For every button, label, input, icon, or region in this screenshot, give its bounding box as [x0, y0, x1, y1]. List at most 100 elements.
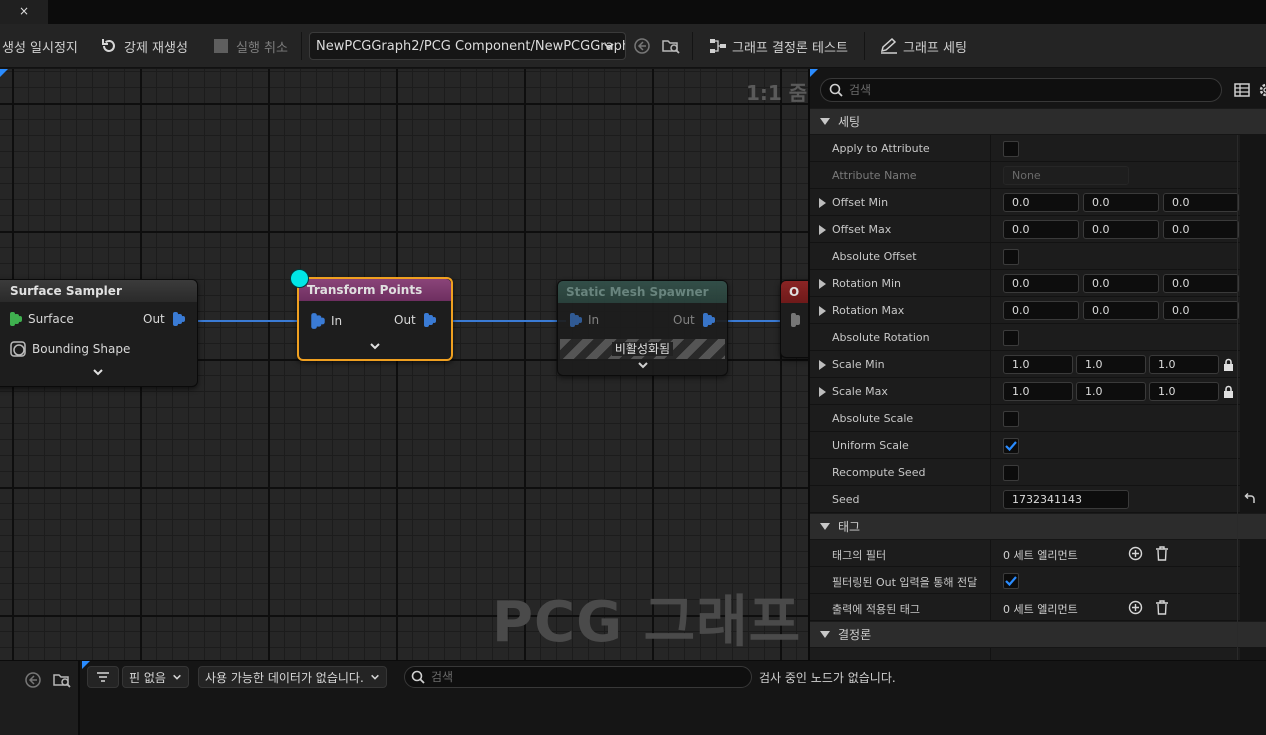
data-dropdown[interactable]: 사용 가능한 데이터가 없습니다. [198, 666, 387, 688]
scale-min-z-field[interactable]: 1.0 [1149, 355, 1219, 374]
add-element-icon[interactable] [1128, 546, 1143, 561]
browse-folder-button[interactable] [661, 24, 681, 68]
section-settings[interactable]: 세팅 [810, 108, 1266, 134]
apply-to-attribute-checkbox[interactable] [1003, 141, 1019, 157]
details-search-input[interactable] [849, 83, 1189, 97]
node-surface-sampler[interactable]: Surface Sampler Surface Out Bounding Sha… [0, 279, 198, 387]
pin-bounding-shape[interactable]: Bounding Shape [10, 341, 130, 357]
gear-icon[interactable] [1258, 82, 1266, 98]
expand-triangle-icon[interactable] [819, 279, 826, 289]
bottom-left-panel [0, 661, 80, 735]
navigate-back-button[interactable] [633, 24, 651, 68]
absolute-offset-checkbox[interactable] [1003, 249, 1019, 265]
table-view-icon[interactable] [1234, 83, 1250, 97]
details-scrollbar-track[interactable] [1237, 135, 1238, 660]
rotation-max-x-field[interactable]: 0.0 [1003, 301, 1079, 320]
row-divider [990, 324, 991, 351]
bottom-search-box[interactable] [404, 666, 752, 688]
chevron-down-icon[interactable] [369, 342, 381, 352]
cancel-execution-button[interactable]: 실행 취소 [214, 24, 288, 68]
expand-triangle-icon[interactable] [819, 387, 826, 397]
attribute-name-field[interactable]: None [1003, 166, 1129, 185]
lock-icon[interactable] [1223, 358, 1234, 371]
chevron-down-icon [370, 674, 379, 680]
row-offset-min[interactable]: Offset Min 0.0 0.0 0.0 [810, 189, 1240, 216]
expand-triangle-icon[interactable] [819, 306, 826, 316]
filter-button[interactable] [87, 666, 119, 688]
rotation-max-z-field[interactable]: 0.0 [1163, 301, 1239, 320]
node-partial-offscreen[interactable]: O [780, 280, 808, 358]
row-pass-filtered-out: 필터링된 Out 입력을 통해 전달 [810, 567, 1240, 594]
wire-transform-to-spawner[interactable] [436, 320, 566, 322]
row-rotation-max[interactable]: Rotation Max 0.0 0.0 0.0 [810, 297, 1240, 324]
expand-triangle-icon[interactable] [819, 360, 826, 370]
reset-to-default-icon[interactable] [1244, 493, 1256, 505]
pin-dropdown[interactable]: 핀 없음 [122, 666, 189, 688]
scale-min-y-field[interactable]: 1.0 [1076, 355, 1146, 374]
tag-filter-count: 0 세트 엘리먼트 [1003, 549, 1078, 562]
force-regenerate-button[interactable]: 강제 재생성 [100, 24, 188, 68]
pin-in[interactable]: In [311, 312, 342, 330]
row-divider [990, 135, 991, 162]
offset-max-y-field[interactable]: 0.0 [1083, 220, 1159, 239]
chevron-down-icon[interactable] [637, 361, 649, 371]
determinism-test-button[interactable]: 그래프 결정론 테스트 [708, 24, 848, 68]
row-label: Scale Max [832, 385, 888, 398]
pin-out[interactable]: Out [394, 312, 442, 328]
collapse-triangle-icon [820, 117, 830, 125]
absolute-rotation-checkbox[interactable] [1003, 330, 1019, 346]
section-determinism[interactable]: 결정론 [810, 621, 1266, 647]
node-transform-points[interactable]: Transform Points In Out [297, 277, 453, 361]
pin-in[interactable]: In [570, 312, 599, 328]
graph-settings-button[interactable]: 그래프 세팅 [879, 24, 967, 68]
wire-sampler-to-transform[interactable] [188, 320, 306, 322]
absolute-scale-checkbox[interactable] [1003, 411, 1019, 427]
seed-field[interactable]: 1732341143 [1003, 490, 1129, 509]
offset-max-x-field[interactable]: 0.0 [1003, 220, 1079, 239]
point-data-pin-icon [791, 313, 800, 327]
pin-out[interactable]: Out [673, 312, 721, 328]
row-offset-max[interactable]: Offset Max 0.0 0.0 0.0 [810, 216, 1240, 243]
trash-icon[interactable] [1155, 600, 1169, 615]
reroute-handle[interactable] [290, 269, 309, 288]
chevron-down-icon[interactable] [92, 368, 104, 378]
expand-triangle-icon[interactable] [819, 225, 826, 235]
back-circle-icon[interactable] [24, 671, 42, 689]
rotation-max-y-field[interactable]: 0.0 [1083, 301, 1159, 320]
scale-max-x-field[interactable]: 1.0 [1003, 382, 1073, 401]
scale-max-z-field[interactable]: 1.0 [1149, 382, 1219, 401]
recompute-seed-checkbox[interactable] [1003, 465, 1019, 481]
offset-min-x-field[interactable]: 0.0 [1003, 193, 1079, 212]
folder-search-icon[interactable] [52, 671, 72, 689]
pass-filtered-out-checkbox[interactable] [1003, 573, 1019, 589]
expand-triangle-icon[interactable] [819, 198, 826, 208]
details-search-box[interactable] [820, 78, 1222, 102]
pause-generation-button[interactable]: 생성 일시정지 [2, 24, 78, 68]
scale-max-y-field[interactable]: 1.0 [1076, 382, 1146, 401]
close-tab-button[interactable]: × [0, 0, 48, 24]
pin-label: Bounding Shape [32, 342, 131, 356]
rotation-min-y-field[interactable]: 0.0 [1083, 274, 1159, 293]
add-element-icon[interactable] [1128, 600, 1143, 615]
uniform-scale-checkbox[interactable] [1003, 438, 1019, 454]
scale-min-x-field[interactable]: 1.0 [1003, 355, 1073, 374]
pin-surface[interactable]: Surface [10, 311, 74, 327]
graph-canvas[interactable]: 1:1 줌 PCG 그래프 Surface Sampler Surface Ou… [0, 69, 808, 660]
trash-icon[interactable] [1155, 546, 1169, 561]
rotation-min-z-field[interactable]: 0.0 [1163, 274, 1239, 293]
section-tags[interactable]: 태그 [810, 513, 1266, 539]
pin-in[interactable] [791, 312, 808, 328]
rotation-min-x-field[interactable]: 0.0 [1003, 274, 1079, 293]
lock-icon[interactable] [1223, 385, 1234, 398]
offset-max-z-field[interactable]: 0.0 [1163, 220, 1239, 239]
row-rotation-min[interactable]: Rotation Min 0.0 0.0 0.0 [810, 270, 1240, 297]
node-static-mesh-spawner[interactable]: Static Mesh Spawner In Out 비활성화됨 [557, 280, 728, 376]
offset-min-y-field[interactable]: 0.0 [1083, 193, 1159, 212]
bottom-search-input[interactable] [431, 670, 731, 684]
row-scale-min[interactable]: Scale Min 1.0 1.0 1.0 [810, 351, 1240, 378]
row-scale-max[interactable]: Scale Max 1.0 1.0 1.0 [810, 378, 1240, 405]
pin-out[interactable]: Out [143, 311, 191, 327]
pin-dropdown-value: 핀 없음 [129, 670, 166, 685]
offset-min-z-field[interactable]: 0.0 [1163, 193, 1239, 212]
graph-path-dropdown[interactable]: NewPCGGraph2/PCG Component/NewPCGGraph [309, 32, 626, 60]
